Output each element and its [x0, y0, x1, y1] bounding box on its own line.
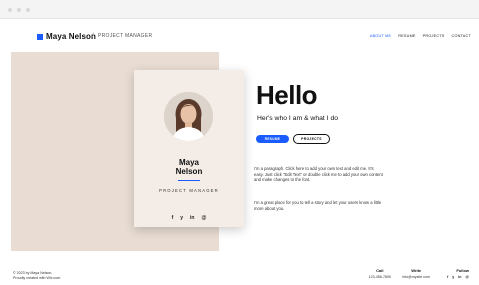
about-paragraph-2: I'm a great place for you to tell a stor… — [254, 200, 382, 211]
card-first-name: Maya — [178, 158, 199, 167]
footer-email[interactable]: info@mysite.com — [402, 275, 430, 279]
instagram-icon[interactable]: @ — [202, 215, 207, 221]
nav-contact[interactable]: CONTACT — [452, 34, 471, 38]
website-page: Maya Nelson / PROJECT MANAGER ABOUT ME R… — [0, 19, 479, 285]
facebook-icon[interactable]: f — [172, 215, 174, 221]
footer-phone[interactable]: 123-456-7890 — [369, 275, 391, 279]
footer-write: Write info@mysite.com — [402, 268, 430, 279]
copyright-line-2[interactable]: Proudly created with Wix.com — [13, 276, 60, 281]
hero-tagline: Her's who I am & what I do — [257, 115, 339, 122]
linkedin-icon[interactable]: in — [190, 215, 194, 221]
brand-name[interactable]: Maya Nelson — [46, 32, 96, 41]
twitter-icon[interactable]: y — [180, 215, 183, 221]
footer-call: Call 123-456-7890 — [369, 268, 391, 279]
window-dot — [8, 8, 12, 12]
instagram-icon[interactable]: @ — [465, 275, 469, 279]
browser-top-bar — [0, 0, 479, 19]
card-role: PROJECT MANAGER — [159, 188, 219, 193]
avatar-portrait-icon — [164, 92, 213, 141]
footer-follow: Follow f y in @ — [447, 268, 469, 279]
brand-role: PROJECT MANAGER — [98, 33, 153, 39]
about-paragraph-1: I'm a paragraph. Click here to add your … — [254, 166, 383, 182]
main-nav: ABOUT ME RESUME PROJECTS CONTACT — [370, 34, 471, 38]
nav-projects[interactable]: PROJECTS — [423, 34, 445, 38]
profile-card: Maya Nelson PROJECT MANAGER f y in @ — [134, 70, 244, 227]
footer-social-links: f y in @ — [447, 275, 469, 279]
footer-call-label: Call — [376, 268, 384, 273]
nav-about-me[interactable]: ABOUT ME — [370, 34, 391, 38]
projects-button[interactable]: PROJECTS — [293, 134, 330, 144]
footer-copyright: © 2023 by Maya Nelson. Proudly created w… — [13, 271, 60, 280]
resume-button[interactable]: RESUME — [256, 135, 289, 143]
card-divider — [178, 180, 200, 181]
avatar — [164, 92, 213, 141]
window-dot — [26, 8, 30, 12]
card-last-name: Nelson — [175, 167, 203, 176]
card-social-links: f y in @ — [134, 215, 244, 221]
brand-separator: / — [92, 32, 94, 39]
footer-write-label: Write — [411, 268, 422, 273]
twitter-icon[interactable]: y — [452, 275, 454, 279]
window-dot — [17, 8, 21, 12]
facebook-icon[interactable]: f — [447, 275, 448, 279]
hero-title: Hello — [256, 80, 318, 110]
nav-resume[interactable]: RESUME — [398, 34, 415, 38]
footer-follow-label: Follow — [456, 268, 469, 273]
linkedin-icon[interactable]: in — [458, 275, 461, 279]
brand-square-icon — [37, 34, 43, 40]
window-controls — [8, 8, 30, 12]
